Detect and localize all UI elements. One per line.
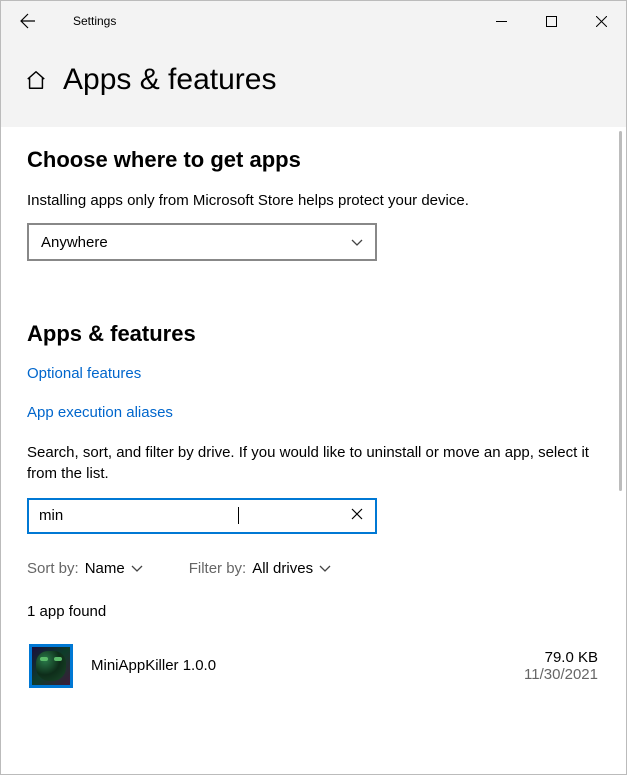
search-box[interactable] — [27, 498, 377, 534]
app-name: MiniAppKiller 1.0.0 — [91, 657, 216, 674]
optional-features-link[interactable]: Optional features — [27, 365, 600, 382]
apps-desc: Search, sort, and filter by drive. If yo… — [27, 443, 600, 484]
close-icon — [596, 16, 607, 27]
sort-label: Sort by: — [27, 560, 79, 577]
x-icon — [351, 508, 363, 520]
minimize-button[interactable] — [476, 1, 526, 41]
app-list-item[interactable]: MiniAppKiller 1.0.0 79.0 KB 11/30/2021 — [27, 640, 600, 692]
app-date: 11/30/2021 — [524, 666, 598, 683]
window-title: Settings — [73, 14, 116, 28]
content-area: Choose where to get apps Installing apps… — [1, 127, 626, 692]
chevron-down-icon — [319, 562, 331, 574]
app-meta: 79.0 KB 11/30/2021 — [524, 649, 598, 683]
source-heading: Choose where to get apps — [27, 147, 600, 173]
apps-heading: Apps & features — [27, 321, 600, 347]
app-size: 79.0 KB — [524, 649, 598, 666]
sort-value: Name — [85, 560, 125, 577]
maximize-icon — [546, 16, 557, 27]
sort-by-dropdown[interactable]: Sort by: Name — [27, 560, 143, 577]
app-source-value: Anywhere — [41, 234, 108, 251]
filter-value: All drives — [252, 560, 313, 577]
chevron-down-icon — [351, 236, 363, 248]
chevron-down-icon — [131, 562, 143, 574]
filter-bar: Sort by: Name Filter by: All drives — [27, 560, 600, 577]
filter-by-dropdown[interactable]: Filter by: All drives — [189, 560, 331, 577]
back-button[interactable] — [13, 6, 43, 36]
arrow-left-icon — [20, 13, 36, 29]
window-controls — [476, 1, 626, 41]
minimize-icon — [496, 16, 507, 27]
scrollbar[interactable] — [619, 131, 622, 491]
search-input[interactable] — [39, 507, 238, 524]
text-caret — [238, 507, 239, 524]
source-desc: Installing apps only from Microsoft Stor… — [27, 191, 600, 211]
maximize-button[interactable] — [526, 1, 576, 41]
app-source-dropdown[interactable]: Anywhere — [27, 223, 377, 261]
clear-search-button[interactable] — [347, 503, 365, 528]
page-header: Apps & features — [1, 41, 626, 127]
close-button[interactable] — [576, 1, 626, 41]
filter-label: Filter by: — [189, 560, 247, 577]
titlebar: Settings — [1, 1, 626, 41]
app-icon — [29, 644, 73, 688]
page-title: Apps & features — [63, 63, 276, 97]
result-count: 1 app found — [27, 603, 600, 620]
app-execution-aliases-link[interactable]: App execution aliases — [27, 404, 600, 421]
home-icon[interactable] — [25, 69, 47, 91]
